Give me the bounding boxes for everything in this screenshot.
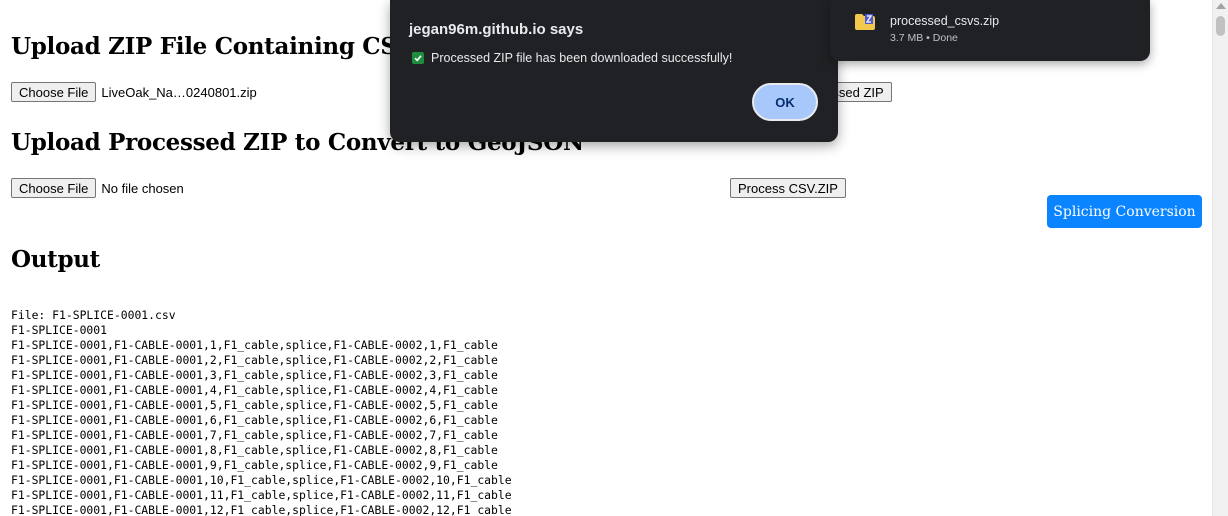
output-text: File: F1-SPLICE-0001.csv F1-SPLICE-0001 …	[11, 308, 512, 516]
output-line: F1-SPLICE-0001	[11, 323, 108, 337]
process-csv-zip-button[interactable]: Process CSV.ZIP	[730, 178, 846, 198]
output-line: F1-SPLICE-0001,F1-CABLE-0001,8,F1_cable,…	[11, 443, 498, 457]
zip-file-icon	[854, 13, 876, 36]
download-file-name[interactable]: processed_csvs.zip	[890, 14, 999, 28]
output-line: F1-SPLICE-0001,F1-CABLE-0001,11,F1_cable…	[11, 488, 512, 502]
selected-file-name: LiveOak_Na…0240801.zip	[101, 84, 257, 100]
output-line: F1-SPLICE-0001,F1-CABLE-0001,4,F1_cable,…	[11, 383, 498, 397]
check-icon	[412, 52, 424, 64]
processed-zip-input[interactable]: Choose File No file chosen	[11, 178, 184, 198]
choose-file-button-1[interactable]: Choose File	[11, 82, 97, 102]
choose-file-button-2[interactable]: Choose File	[11, 178, 97, 198]
output-line: F1-SPLICE-0001,F1-CABLE-0001,7,F1_cable,…	[11, 428, 498, 442]
output-heading: Output	[11, 246, 101, 273]
output-line: F1-SPLICE-0001,F1-CABLE-0001,9,F1_cable,…	[11, 458, 498, 472]
output-line: F1-SPLICE-0001,F1-CABLE-0001,1,F1_cable,…	[11, 338, 498, 352]
output-line: F1-SPLICE-0001,F1-CABLE-0001,12,F1_cable…	[11, 503, 512, 516]
output-line: F1-SPLICE-0001,F1-CABLE-0001,5,F1_cable,…	[11, 398, 498, 412]
scroll-up-arrow-icon[interactable]	[1216, 3, 1226, 9]
upload-zip-heading: Upload ZIP File Containing CSVs	[11, 33, 427, 60]
dialog-message: Processed ZIP file has been downloaded s…	[412, 51, 732, 65]
output-line: F1-SPLICE-0001,F1-CABLE-0001,10,F1_cable…	[11, 473, 512, 487]
output-line: F1-SPLICE-0001,F1-CABLE-0001,6,F1_cable,…	[11, 413, 498, 427]
download-status: 3.7 MB • Done	[890, 32, 958, 44]
vertical-scrollbar[interactable]	[1212, 0, 1228, 516]
no-file-chosen-label: No file chosen	[101, 180, 184, 196]
scroll-thumb[interactable]	[1216, 16, 1225, 36]
download-bubble[interactable]: processed_csvs.zip 3.7 MB • Done	[830, 0, 1150, 61]
splicing-conversion-button[interactable]: Splicing Conversion	[1047, 195, 1202, 228]
alert-dialog: jegan96m.github.io says Processed ZIP fi…	[390, 0, 838, 142]
zip-file-input[interactable]: Choose File LiveOak_Na…0240801.zip	[11, 82, 257, 102]
dialog-title: jegan96m.github.io says	[409, 21, 584, 38]
ok-button[interactable]: OK	[752, 83, 818, 121]
output-line: File: F1-SPLICE-0001.csv	[11, 308, 176, 322]
dialog-message-text: Processed ZIP file has been downloaded s…	[431, 51, 733, 65]
output-line: F1-SPLICE-0001,F1-CABLE-0001,3,F1_cable,…	[11, 368, 498, 382]
output-line: F1-SPLICE-0001,F1-CABLE-0001,2,F1_cable,…	[11, 353, 498, 367]
